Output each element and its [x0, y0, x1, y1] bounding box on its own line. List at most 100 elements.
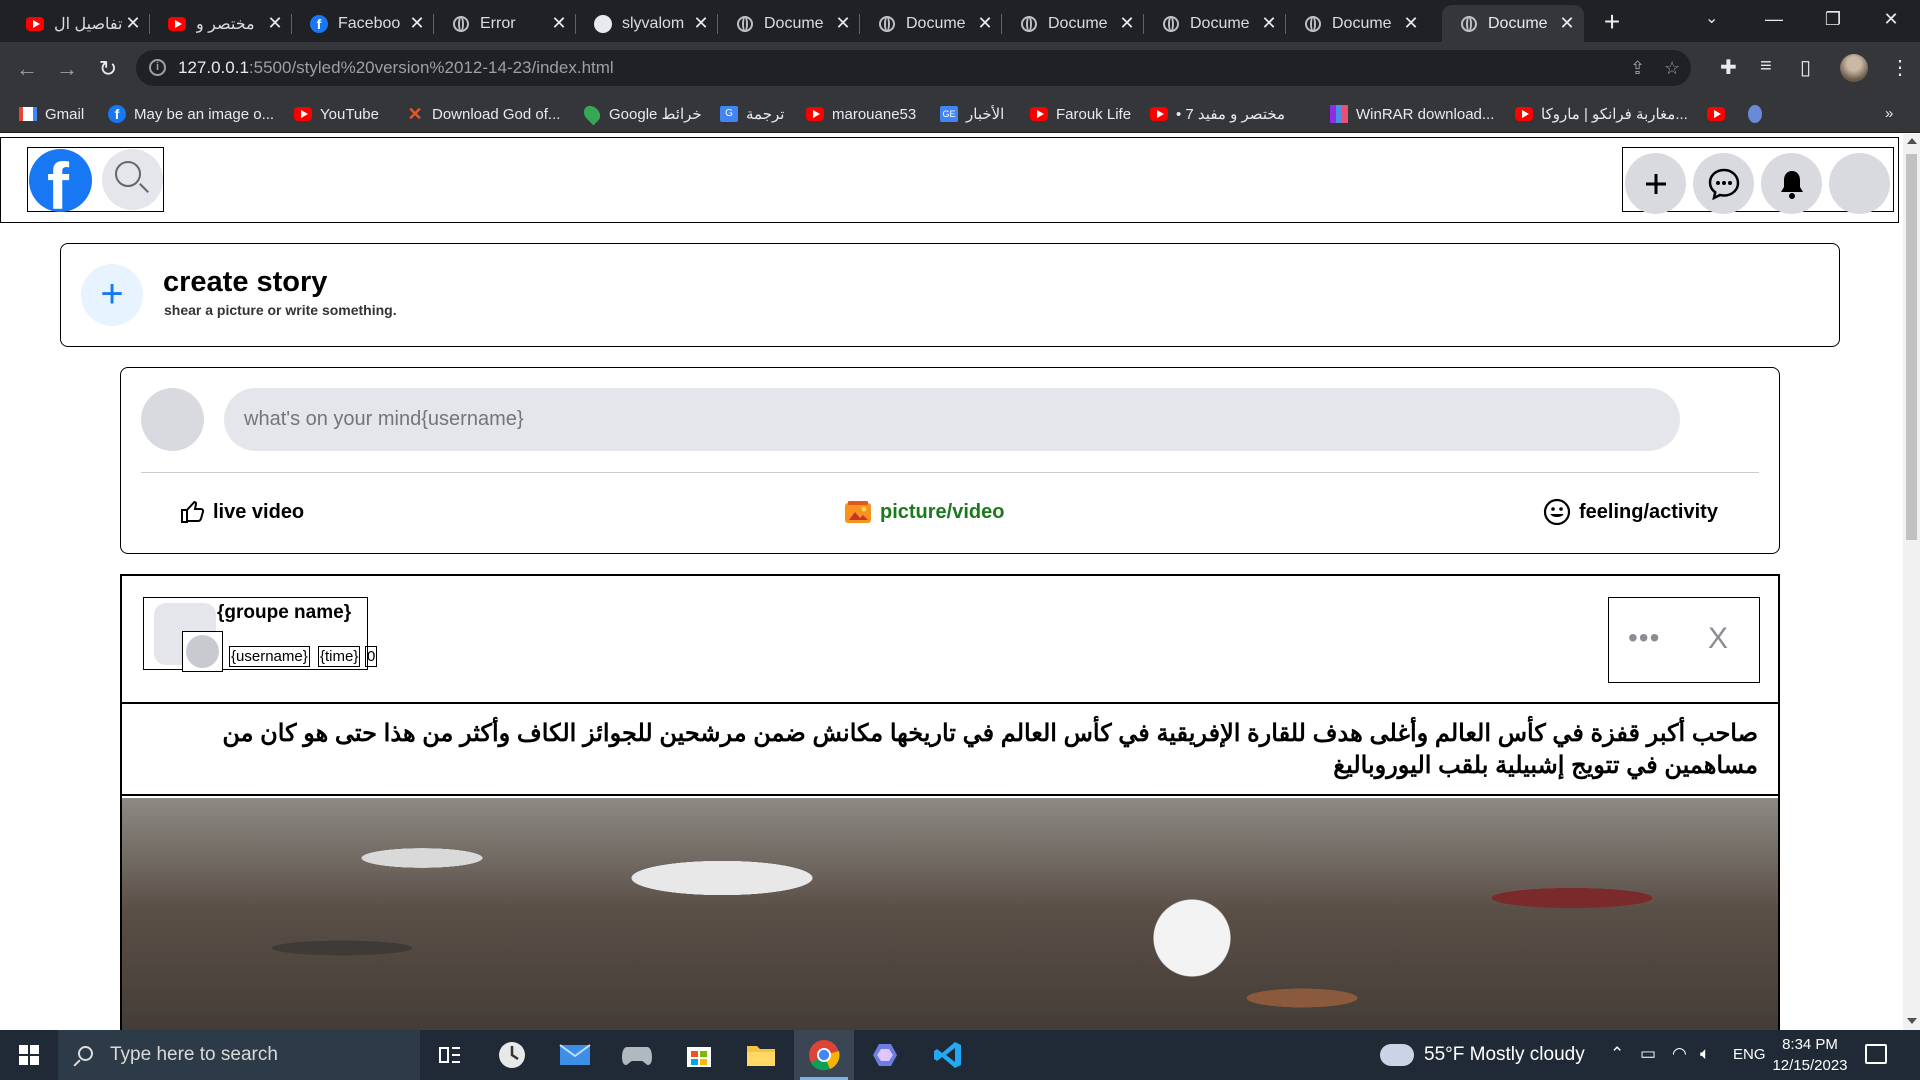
- close-icon[interactable]: ✕: [266, 13, 284, 34]
- bookmark-youtube[interactable]: YouTube: [294, 105, 379, 123]
- share-icon[interactable]: ⇪: [1630, 58, 1645, 79]
- minimize-icon[interactable]: —: [1751, 4, 1797, 34]
- close-icon[interactable]: ✕: [1260, 13, 1278, 34]
- copilot-app[interactable]: [856, 1030, 916, 1080]
- tab-11-active[interactable]: Docume ✕: [1442, 5, 1584, 42]
- mail-app[interactable]: [545, 1030, 605, 1080]
- address-bar[interactable]: i 127.0.0.1:5500/styled%20version%2012-1…: [136, 50, 1691, 86]
- close-icon[interactable]: ✕: [408, 13, 426, 34]
- live-video-button[interactable]: live video: [179, 492, 304, 532]
- picture-video-button[interactable]: picture/video: [844, 492, 1004, 532]
- tab-6[interactable]: Docume ✕: [718, 5, 860, 42]
- facebook-icon: f: [310, 14, 328, 33]
- avatar[interactable]: [141, 388, 204, 451]
- taskbar-clock[interactable]: 8:34 PM 12/15/2023: [1770, 1034, 1850, 1076]
- tab-8[interactable]: Docume ✕: [1002, 5, 1144, 42]
- smiley-icon: [1543, 498, 1571, 526]
- start-button[interactable]: [0, 1030, 58, 1080]
- feeling-activity-button[interactable]: feeling/activity: [1543, 492, 1718, 532]
- volume-icon[interactable]: 🔈︎: [1700, 1044, 1710, 1064]
- tab-7[interactable]: Docume ✕: [860, 5, 1002, 42]
- bookmark-marouane[interactable]: marouane53: [806, 105, 916, 123]
- close-icon[interactable]: ✕: [1118, 13, 1136, 34]
- scrollbar-thumb[interactable]: [1906, 154, 1917, 540]
- bookmark-translate[interactable]: G ترجمة: [720, 105, 784, 123]
- bookmark-farouk[interactable]: Farouk Life: [1030, 105, 1131, 123]
- bookmark-youtube-2[interactable]: [1707, 105, 1733, 123]
- bookmark-drop[interactable]: [1746, 105, 1772, 123]
- side-panel-icon[interactable]: ▯: [1800, 55, 1811, 80]
- more-options-icon[interactable]: •••: [1628, 622, 1660, 654]
- close-icon[interactable]: ✕: [550, 13, 568, 34]
- scroll-up-icon[interactable]: [1907, 138, 1917, 144]
- bookmark-maps[interactable]: Google خرائط: [580, 102, 702, 126]
- plus-icon[interactable]: +: [81, 264, 143, 326]
- star-icon[interactable]: ☆: [1664, 58, 1680, 79]
- notification-icon[interactable]: [1865, 1044, 1887, 1064]
- bookmark-facebook[interactable]: f May be an image o...: [108, 105, 274, 123]
- url-text[interactable]: 127.0.0.1:5500/styled%20version%2012-14-…: [178, 58, 614, 78]
- info-icon[interactable]: i: [149, 59, 166, 76]
- close-icon[interactable]: ✕: [124, 13, 142, 34]
- bookmark-news[interactable]: GE الأخبار: [940, 105, 1004, 123]
- bookmarks-more[interactable]: »: [1885, 105, 1893, 122]
- notifications-button[interactable]: [1761, 153, 1822, 214]
- close-icon[interactable]: ✕: [1402, 13, 1420, 34]
- extensions-icon[interactable]: ✚: [1720, 55, 1737, 80]
- menu-icon[interactable]: ⋮: [1890, 55, 1910, 80]
- reload-icon[interactable]: ↻: [93, 54, 123, 84]
- task-view-button[interactable]: [420, 1030, 480, 1080]
- store-app[interactable]: [669, 1030, 729, 1080]
- media-icon[interactable]: ≡: [1760, 55, 1772, 78]
- user-avatar[interactable]: [182, 631, 223, 672]
- scroll-down-icon[interactable]: [1907, 1018, 1917, 1024]
- messenger-button[interactable]: [1693, 153, 1754, 214]
- tab-2[interactable]: مختصر و ✕: [150, 5, 292, 42]
- bookmark-download[interactable]: ✕ Download God of...: [406, 104, 560, 124]
- close-icon[interactable]: ✕: [834, 13, 852, 34]
- close-icon[interactable]: ✕: [976, 13, 994, 34]
- group-name[interactable]: {groupe name}: [217, 602, 351, 624]
- create-story-card[interactable]: + create story shear a picture or write …: [60, 243, 1840, 347]
- bookmark-gmail[interactable]: Gmail: [19, 105, 84, 123]
- create-button[interactable]: [1625, 153, 1686, 214]
- close-post-icon[interactable]: X: [1708, 622, 1728, 656]
- whats-on-your-mind-input[interactable]: [224, 388, 1680, 451]
- profile-avatar[interactable]: [1840, 54, 1868, 82]
- chrome-app[interactable]: [794, 1030, 854, 1080]
- chevron-up-icon[interactable]: ⌃: [1610, 1044, 1624, 1064]
- tab-9[interactable]: Docume ✕: [1144, 5, 1286, 42]
- facebook-logo[interactable]: f: [29, 149, 92, 212]
- search-button[interactable]: [102, 149, 163, 210]
- tab-5[interactable]: slyvalom ✕: [576, 5, 718, 42]
- forward-icon[interactable]: →: [52, 54, 82, 84]
- story-title: create story: [163, 266, 328, 298]
- battery-icon[interactable]: ▭: [1640, 1044, 1656, 1064]
- account-avatar[interactable]: [1829, 153, 1890, 214]
- restore-icon[interactable]: ❐: [1810, 4, 1856, 34]
- tab-10[interactable]: Docume ✕: [1286, 5, 1428, 42]
- tab-3[interactable]: f Faceboo ✕: [292, 5, 434, 42]
- weather-widget[interactable]: 55°F Mostly cloudy: [1376, 1030, 1585, 1080]
- tab-1[interactable]: تفاصيل ال ✕: [8, 5, 150, 42]
- wifi-icon[interactable]: ◠: [1672, 1044, 1687, 1064]
- new-tab-button[interactable]: +: [1597, 7, 1627, 37]
- close-icon[interactable]: ✕: [692, 13, 710, 34]
- bookmark-mokhtasar[interactable]: • مختصر و مفيد 7: [1150, 105, 1285, 123]
- taskbar-search[interactable]: Type here to search: [58, 1030, 420, 1080]
- language-indicator[interactable]: ENG: [1733, 1046, 1766, 1063]
- close-icon[interactable]: ✕: [1558, 13, 1576, 34]
- close-window-icon[interactable]: ✕: [1868, 4, 1914, 34]
- post-username[interactable]: {username}: [229, 646, 310, 667]
- vscode-app[interactable]: [918, 1030, 978, 1080]
- tab-4[interactable]: Error ✕: [434, 5, 576, 42]
- bookmark-maghariba[interactable]: مغاربة فرانكو | ماروكا...: [1515, 105, 1688, 123]
- clock-app[interactable]: [482, 1030, 542, 1080]
- file-explorer-app[interactable]: [731, 1030, 791, 1080]
- back-icon[interactable]: ←: [12, 54, 42, 84]
- chevron-down-icon[interactable]: ⌄: [1705, 8, 1718, 28]
- game-app[interactable]: [607, 1030, 667, 1080]
- bookmark-winrar[interactable]: WinRAR download...: [1330, 105, 1494, 123]
- post-image[interactable]: [122, 798, 1778, 1030]
- page-scrollbar[interactable]: [1903, 134, 1920, 1030]
